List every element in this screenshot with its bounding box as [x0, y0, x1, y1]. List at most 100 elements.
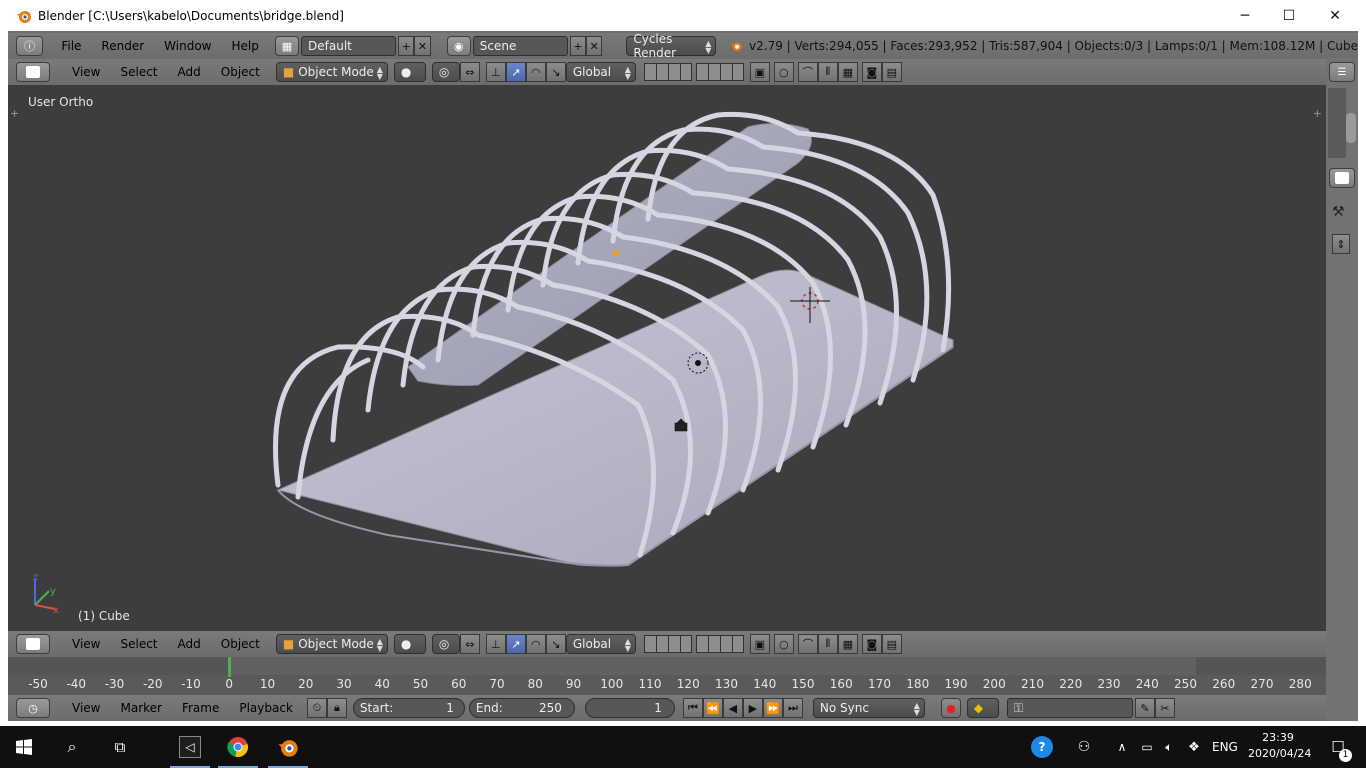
snap-toggle-icon-bottom[interactable]: ⌒ [797, 634, 818, 654]
menu-select[interactable]: Select [110, 65, 167, 79]
manipulator-translate-icon[interactable]: ⊥ [485, 62, 506, 82]
battery-icon[interactable]: ▭ [1136, 726, 1158, 768]
menu-timeline-view[interactable]: View [62, 701, 110, 715]
scene-icon[interactable]: ◉ [446, 36, 471, 56]
bridge-mesh-render[interactable] [8, 85, 1326, 631]
menu-add-bottom[interactable]: Add [168, 637, 211, 651]
menu-add[interactable]: Add [168, 65, 211, 79]
render-animation-icon-bottom[interactable]: ▤ [881, 634, 902, 654]
manipulator-toggle-icon-bottom[interactable]: ⇔ [459, 634, 480, 654]
layers-group-1[interactable] [643, 63, 692, 81]
screen-layout-field[interactable]: Default [301, 36, 397, 56]
layers-group-1-bottom[interactable] [643, 635, 692, 653]
menu-object-bottom[interactable]: Object [211, 637, 270, 651]
taskbar-visual-studio[interactable]: ◁ [166, 726, 214, 768]
snap-element-icon[interactable]: ⫴ [817, 62, 838, 82]
clock[interactable]: 23:39 2020/04/24 [1248, 730, 1311, 762]
pivot-point-dropdown-bottom[interactable]: ◎ [431, 634, 460, 654]
jump-keyframe-back-icon[interactable]: ⏪ [702, 698, 723, 718]
close-button[interactable]: ✕ [1312, 0, 1358, 31]
add-screen-button[interactable]: + [398, 36, 415, 56]
end-frame-field[interactable]: End: 250 [468, 698, 575, 718]
pivot-point-dropdown[interactable]: ◎ [431, 62, 460, 82]
search-button[interactable]: ⌕ [48, 726, 96, 768]
mode-dropdown[interactable]: ■ Object Mode ▲ ▼ [275, 62, 388, 82]
menu-render[interactable]: Render [91, 39, 154, 53]
view3d-editor-type-button[interactable] [16, 62, 50, 82]
help-tray-button[interactable]: ? [1020, 726, 1064, 768]
record-keyframe-icon[interactable]: ● [940, 698, 961, 718]
minimize-button[interactable]: ─ [1222, 0, 1268, 31]
mode-dropdown-bottom[interactable]: ■ Object Mode ▲ ▼ [275, 634, 388, 654]
manipulator-toggle-icon[interactable]: ⇔ [459, 62, 480, 82]
menu-view[interactable]: View [62, 65, 110, 79]
snap-toggle-icon[interactable]: ⌒ [797, 62, 818, 82]
keying-set-dropdown[interactable]: ◆ [966, 698, 999, 718]
timeline-ruler[interactable]: -50 -40 -30 -20 -10 0 10 20 30 40 50 60 70 80 90 100 110… [8, 675, 1326, 695]
play-icon[interactable]: ▶ [742, 698, 763, 718]
menu-frame[interactable]: Frame [172, 701, 229, 715]
info-editor-type-button[interactable]: ⓘ [16, 36, 44, 56]
outliner-mini-list[interactable] [1328, 88, 1346, 158]
language-indicator[interactable]: ENG [1212, 740, 1238, 754]
manipulator-active-icon[interactable]: ↗ [505, 62, 526, 82]
properties-context-dropdown[interactable]: ⇕ [1332, 234, 1350, 254]
scene-field[interactable]: Scene [472, 36, 568, 56]
proportional-edit-icon[interactable]: ○ [773, 62, 794, 82]
insert-keyframe-icon[interactable]: ✎ [1134, 698, 1155, 718]
taskbar-chrome[interactable] [214, 726, 262, 768]
manipulator-rotate-icon-bottom[interactable]: ◠ [525, 634, 546, 654]
menu-marker[interactable]: Marker [110, 701, 171, 715]
remove-screen-button[interactable]: ✕ [414, 36, 431, 56]
manipulator-scale-icon[interactable]: ↘ [545, 62, 566, 82]
render-engine-dropdown[interactable]: Cycles Render ▲ ▼ [626, 32, 717, 60]
menu-file[interactable]: File [51, 39, 91, 53]
snap-element-icon-bottom[interactable]: ⫴ [817, 634, 838, 654]
viewport-shading-dropdown-bottom[interactable]: ● [393, 634, 426, 654]
jump-start-icon[interactable]: ⏮ [682, 698, 703, 718]
snap-target-icon-bottom[interactable]: ▦ [837, 634, 858, 654]
manipulator-active-icon-bottom[interactable]: ↗ [505, 634, 526, 654]
layers-group-2-bottom[interactable] [695, 635, 744, 653]
action-center-button[interactable]: ☐ 1 [1316, 726, 1360, 768]
delete-keyframe-icon[interactable]: ✂ [1154, 698, 1175, 718]
3d-viewport[interactable]: User Ortho (1) Cube + + z y x [8, 85, 1326, 631]
timeline-editor-type-button[interactable]: ◷ [16, 698, 50, 718]
people-button[interactable]: ⚇ [1064, 726, 1104, 768]
start-button[interactable] [0, 726, 48, 768]
render-camera-icon[interactable]: ◙ [861, 62, 882, 82]
viewport-shading-dropdown[interactable]: ● [393, 62, 426, 82]
show-hidden-icons-button[interactable]: ∧ [1104, 726, 1140, 768]
menu-help[interactable]: Help [221, 39, 268, 53]
timeline-area[interactable]: -50 -40 -30 -20 -10 0 10 20 30 40 50 60 70 80 90 100 110… [8, 657, 1326, 695]
layers-group-2[interactable] [695, 63, 744, 81]
manipulator-translate-icon-bottom[interactable]: ⊥ [485, 634, 506, 654]
screen-layout-icon[interactable]: ▦ [274, 36, 300, 56]
lock-range-icon[interactable]: 🔒︎ [326, 698, 347, 718]
maximize-button[interactable]: ☐ [1266, 0, 1312, 31]
add-scene-button[interactable]: + [569, 36, 587, 56]
render-animation-icon[interactable]: ▤ [881, 62, 902, 82]
playhead-marker[interactable] [228, 657, 232, 677]
start-frame-field[interactable]: Start: 1 [352, 698, 465, 718]
snap-target-icon[interactable]: ▦ [837, 62, 858, 82]
taskbar-blender[interactable] [264, 726, 312, 768]
view3d-editor-type-button-bottom[interactable] [16, 634, 50, 654]
active-keying-set-field[interactable]: ⚿ [1006, 698, 1133, 718]
menu-playback[interactable]: Playback [229, 701, 303, 715]
transform-orientation-dropdown[interactable]: Global ▲ ▼ [565, 62, 636, 82]
dropbox-icon[interactable]: ❖ [1182, 726, 1206, 768]
transform-orientation-dropdown-bottom[interactable]: Global ▲ ▼ [565, 634, 636, 654]
object-properties-icon[interactable]: ⚒ [1332, 204, 1345, 220]
preview-range-icon[interactable]: ⏲ [306, 698, 327, 718]
menu-window[interactable]: Window [154, 39, 221, 53]
layer-lock-icon-bottom[interactable]: ▣ [749, 634, 770, 654]
current-frame-field[interactable]: 1 [584, 698, 675, 718]
jump-keyframe-forward-icon[interactable]: ⏩ [762, 698, 783, 718]
play-reverse-icon[interactable]: ◀ [722, 698, 743, 718]
manipulator-scale-icon-bottom[interactable]: ↘ [545, 634, 566, 654]
menu-select-bottom[interactable]: Select [110, 637, 167, 651]
render-camera-icon-bottom[interactable]: ◙ [861, 634, 882, 654]
jump-end-icon[interactable]: ⏭ [782, 698, 803, 718]
proportional-edit-icon-bottom[interactable]: ○ [773, 634, 794, 654]
